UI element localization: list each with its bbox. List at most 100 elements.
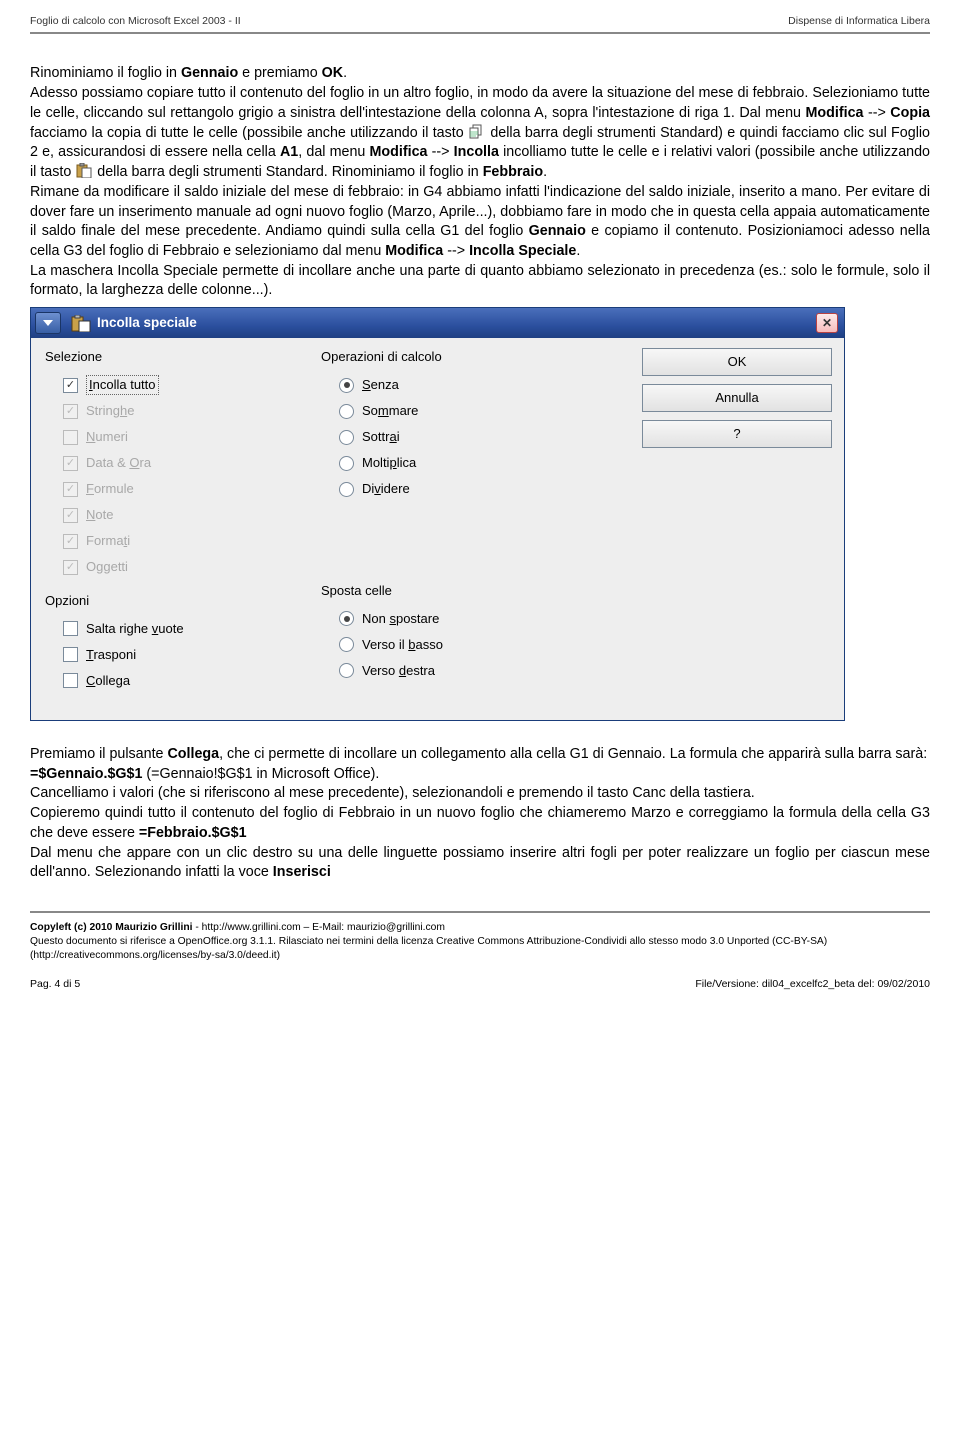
calcolo-item-2[interactable]: Sottrai [339,426,581,448]
group-title-sposta: Sposta celle [321,582,581,600]
calcolo-item-4[interactable]: Dividere [339,478,581,500]
selezione-item-4: ✓Formule [63,478,305,500]
opzioni-item-label-0: Salta righe vuote [86,620,184,638]
selezione-item-2: Numeri [63,426,305,448]
help-button[interactable]: ? [642,420,832,448]
radio-icon [339,637,354,652]
paragraph-1: Rinominiamo il foglio in Gennaio e premi… [30,64,930,84]
calcolo-item-0[interactable]: Senza [339,374,581,396]
group-selezione: Selezione ✓ Incolla tutto ✓ Stringhe Numeri ✓… [45,348,305,578]
col-left: Selezione ✓ Incolla tutto ✓ Stringhe Numeri ✓… [45,348,305,706]
radio-icon [339,482,354,497]
sposta-item-1[interactable]: Verso il basso [339,634,581,656]
checkbox-icon [63,621,78,636]
selezione-item-6: ✓ Formati [63,530,305,552]
paragraph-3: Rimane da modificare il saldo iniziale d… [30,183,930,262]
dialog-titlebar: Incolla speciale ✕ [31,308,844,338]
after-paragraph-1: Premiamo il pulsante Collega, che ci per… [30,745,930,765]
selezione-item-0[interactable]: ✓ Incolla tutto [63,374,305,396]
radio-icon [339,611,354,626]
radio-icon [339,378,354,393]
group-calcolo: Operazioni di calcolo Senza Sommare Sottra… [321,348,581,500]
selezione-item-label-6: Formati [86,532,130,550]
selezione-item-label-4: Formule [86,480,134,498]
sposta-item-2[interactable]: Verso destra [339,660,581,682]
paragraph-2: Adesso possiamo copiare tutto il contenu… [30,84,930,183]
dialog-title: Incolla speciale [97,314,197,333]
sposta-item-label-0: Non spostare [362,610,439,628]
page-header: Foglio di calcolo con Microsoft Excel 20… [30,14,930,28]
opzioni-item-label-2: Collega [86,672,130,690]
sposta-item-label-1: Verso il basso [362,636,443,654]
document-body-2: Premiamo il pulsante Collega, che ci per… [30,745,930,883]
selezione-item-label-0: Incolla tutto [86,375,159,395]
calcolo-item-label-0: Senza [362,376,399,394]
file-version: File/Versione: dil04_excelfc2_beta del: … [695,977,930,991]
titlebar-dropdown-icon[interactable] [35,312,61,334]
ok-button[interactable]: OK [642,348,832,376]
selezione-item-label-7: Oggetti [86,558,128,576]
selezione-item-label-5: Note [86,506,113,524]
header-left: Foglio di calcolo con Microsoft Excel 20… [30,14,241,28]
sposta-item-0[interactable]: Non spostare [339,608,581,630]
checkbox-icon [63,430,78,445]
header-rule [30,32,930,34]
close-icon[interactable]: ✕ [816,313,838,333]
cancel-button[interactable]: Annulla [642,384,832,412]
document-body: Rinominiamo il foglio in Gennaio e premi… [30,64,930,301]
selezione-item-label-3: Data & Ora [86,454,151,472]
selezione-item-7: ✓ Oggetti [63,556,305,578]
radio-icon [339,404,354,419]
sposta-item-label-2: Verso destra [362,662,435,680]
group-opzioni: Opzioni Salta righe vuote Trasponi Collega [45,592,305,692]
selezione-item-1: ✓ Stringhe [63,400,305,422]
calcolo-item-label-3: Moltiplica [362,454,416,472]
group-sposta: Sposta celle Non spostare Verso il basso V… [321,582,581,682]
checkbox-icon: ✓ [63,378,78,393]
checkbox-icon [63,647,78,662]
checkbox-icon: ✓ [63,560,78,575]
radio-icon [339,663,354,678]
footer-line-2: Questo documento si riferisce a OpenOffi… [30,935,930,963]
opzioni-item-0[interactable]: Salta righe vuote [63,618,305,640]
paste-special-app-icon [71,315,91,332]
paste-special-dialog-wrap: Incolla speciale ✕ Selezione ✓ Incolla tu… [30,307,930,721]
opzioni-item-label-1: Trasponi [86,646,136,664]
after-paragraph-2: =$Gennaio.$G$1 (=Gennaio!$G$1 in Microso… [30,765,930,785]
calcolo-item-label-4: Dividere [362,480,410,498]
selezione-item-label-1: Stringhe [86,402,134,420]
checkbox-icon: ✓ [63,456,78,471]
copy-icon [468,124,486,139]
selezione-item-5: ✓ Note [63,504,305,526]
opzioni-item-1[interactable]: Trasponi [63,644,305,666]
after-paragraph-3: Cancelliamo i valori (che si riferiscono… [30,784,930,804]
page-number: Pag. 4 di 5 [30,977,80,991]
paste-special-dialog: Incolla speciale ✕ Selezione ✓ Incolla tu… [30,307,845,721]
col-mid: Operazioni di calcolo Senza Sommare Sottra… [321,348,581,696]
group-title-opzioni: Opzioni [45,592,305,610]
dialog-body: Selezione ✓ Incolla tutto ✓ Stringhe Numeri ✓… [31,338,844,720]
checkbox-icon: ✓ [63,508,78,523]
checkbox-icon: ✓ [63,534,78,549]
calcolo-item-3[interactable]: Moltiplica [339,452,581,474]
footer-line-1: Copyleft (c) 2010 Maurizio Grillini - ht… [30,921,930,935]
opzioni-item-2[interactable]: Collega [63,670,305,692]
calcolo-item-label-1: Sommare [362,402,418,420]
header-right: Dispense di Informatica Libera [788,14,930,28]
group-title-selezione: Selezione [45,348,305,366]
calcolo-item-1[interactable]: Sommare [339,400,581,422]
page-footer-row: Pag. 4 di 5 File/Versione: dil04_excelfc… [30,977,930,991]
checkbox-icon [63,673,78,688]
footer: Copyleft (c) 2010 Maurizio Grillini - ht… [30,921,930,963]
after-paragraph-5: Dal menu che appare con un clic destro s… [30,844,930,883]
radio-icon [339,430,354,445]
group-title-calcolo: Operazioni di calcolo [321,348,581,366]
selezione-item-3: ✓ Data & Ora [63,452,305,474]
paragraph-4: La maschera Incolla Speciale permette di… [30,262,930,301]
selezione-item-label-2: Numeri [86,428,128,446]
calcolo-item-label-2: Sottrai [362,428,400,446]
col-right: OK Annulla ? [642,348,832,448]
after-paragraph-4: Copieremo quindi tutto il contenuto del … [30,804,930,843]
footer-rule [30,911,930,913]
checkbox-icon: ✓ [63,404,78,419]
